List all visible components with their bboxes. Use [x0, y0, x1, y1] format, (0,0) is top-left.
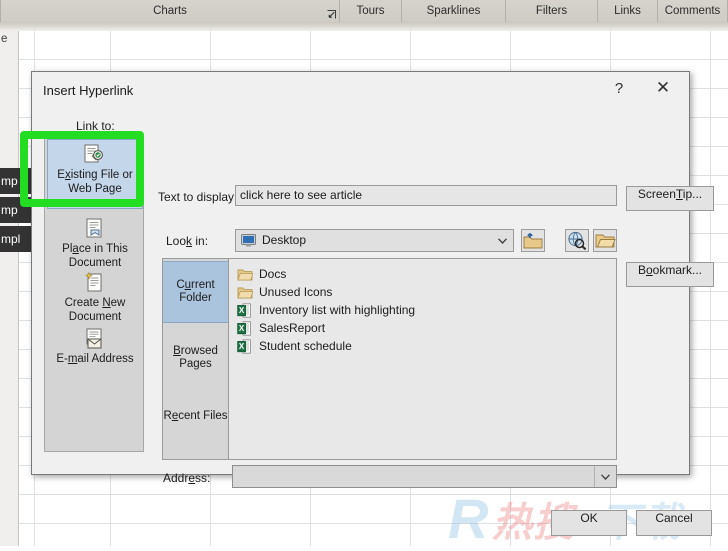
- file-list-item[interactable]: X Student schedule: [233, 337, 616, 355]
- file-name: Inventory list with highlighting: [259, 303, 416, 317]
- existing-file-web-page-icon: [82, 143, 108, 167]
- link-to-sidebar: Existing File or Web Page Place in This D…: [44, 134, 144, 452]
- folder-icon: [237, 285, 254, 300]
- chevron-down-icon[interactable]: [491, 230, 513, 251]
- sidebar-item-label: Create New Document: [64, 297, 126, 323]
- ribbon-group-strip: Charts Tours Sparklines Filters Links Comment…: [0, 0, 728, 23]
- sidebar-item-existing-file-web-page[interactable]: Existing File or Web Page: [47, 139, 143, 209]
- up-one-folder-icon[interactable]: [521, 229, 545, 252]
- grid-line: [710, 31, 711, 546]
- browse-tab-current-folder[interactable]: Current Folder: [163, 261, 228, 323]
- dialog-launcher-icon[interactable]: [327, 10, 336, 19]
- look-in-label: Look in:: [166, 234, 209, 248]
- sidebar-item-create-new-document[interactable]: Create New Document: [47, 267, 143, 323]
- bookmark-button[interactable]: Bookmark...: [626, 262, 714, 287]
- sidebar-item-label: Existing File or Web Page: [57, 169, 133, 195]
- file-list[interactable]: Docs Unused Icons X Inventory list with hig…: [229, 259, 616, 459]
- sidebar-item-place-in-document[interactable]: Place in This Document: [47, 213, 143, 269]
- excel-file-icon: X: [237, 320, 253, 336]
- ribbon-group-label: Comments: [664, 5, 721, 17]
- excel-file-icon: X: [237, 302, 253, 318]
- dialog-title: Insert Hyperlink: [43, 83, 134, 98]
- text-to-display-input[interactable]: click here to see article: [235, 185, 617, 206]
- browse-for-file-icon[interactable]: [593, 229, 617, 252]
- ribbon-group-comments: Comments: [658, 0, 728, 22]
- close-icon[interactable]: ✕: [641, 73, 685, 103]
- text-to-display-label: Text to display:: [158, 190, 238, 204]
- ribbon-group-label: Sparklines: [426, 5, 481, 17]
- ribbon-group-tours: Tours: [340, 0, 402, 22]
- chevron-down-icon[interactable]: [594, 466, 616, 487]
- sidebar-item-email-address[interactable]: E-mail Address: [47, 323, 143, 369]
- link-to-label: Link to:: [76, 119, 115, 133]
- browse-tab-label: Browsed Pages: [173, 345, 218, 370]
- address-input[interactable]: [233, 466, 595, 487]
- place-in-document-icon: [82, 217, 108, 241]
- sheet-residue-text: e: [1, 33, 8, 45]
- insert-hyperlink-dialog: Insert Hyperlink ? ✕ Link to: Existing F…: [31, 71, 714, 536]
- ok-button[interactable]: OK: [551, 510, 627, 536]
- ribbon-group-links: Links: [598, 0, 658, 22]
- svg-text:X: X: [239, 342, 245, 351]
- ribbon-group-label: Filters: [535, 5, 568, 17]
- browse-tab-label: Current Folder: [176, 279, 215, 304]
- ribbon-group-filters: Filters: [506, 0, 598, 22]
- highlighted-cell: mp: [0, 168, 34, 194]
- browse-tab-recent-files[interactable]: Recent Files: [163, 399, 228, 433]
- ribbon-group-charts: Charts: [0, 0, 340, 22]
- ribbon-groups: Charts Tours Sparklines Filters Links Comment…: [0, 0, 728, 22]
- file-name: Docs: [259, 267, 287, 281]
- ribbon-group-label: Links: [614, 5, 641, 17]
- excel-file-icon: X: [237, 338, 253, 354]
- ribbon-group-sparklines: Sparklines: [402, 0, 506, 22]
- look-in-value: Desktop: [262, 233, 307, 247]
- highlighted-cell: mpl: [0, 226, 34, 252]
- email-address-icon: [82, 327, 108, 351]
- browse-tabs: Current Folder Browsed Pages Recent Files: [163, 259, 229, 459]
- file-list-item[interactable]: Docs: [233, 265, 616, 283]
- browse-tab-browsed-pages[interactable]: Browsed Pages: [163, 327, 228, 389]
- file-name: SalesReport: [259, 321, 326, 335]
- file-name: Student schedule: [259, 339, 352, 353]
- browse-the-web-icon[interactable]: [565, 229, 589, 252]
- screentip-button[interactable]: ScreenTip...: [626, 186, 714, 211]
- ribbon-group-label: Charts: [153, 5, 187, 17]
- highlighted-cell: mp: [0, 197, 34, 223]
- address-label: Address:: [163, 471, 211, 485]
- look-in-combobox[interactable]: Desktop: [235, 229, 514, 252]
- row-header-strip: [0, 31, 19, 546]
- file-browser-frame: Current Folder Browsed Pages Recent Files …: [162, 258, 617, 460]
- browse-tab-label: Recent Files: [163, 409, 228, 422]
- sidebar-item-label: Place in This Document: [62, 243, 128, 269]
- folder-icon: [237, 267, 254, 282]
- svg-text:X: X: [239, 324, 245, 333]
- desktop-icon: [241, 234, 256, 247]
- dialog-titlebar[interactable]: Insert Hyperlink ? ✕: [32, 72, 689, 111]
- create-new-document-icon: [82, 271, 108, 295]
- file-list-item[interactable]: X Inventory list with highlighting: [233, 301, 616, 319]
- svg-text:X: X: [239, 306, 245, 315]
- address-combobox[interactable]: [232, 465, 617, 488]
- file-list-item[interactable]: Unused Icons: [233, 283, 616, 301]
- file-name: Unused Icons: [259, 285, 333, 299]
- ribbon-group-label: Tours: [356, 5, 385, 17]
- help-icon[interactable]: ?: [597, 73, 641, 103]
- cancel-button[interactable]: Cancel: [636, 510, 712, 536]
- file-list-item[interactable]: X SalesReport: [233, 319, 616, 337]
- sidebar-item-label: E-mail Address: [56, 353, 134, 365]
